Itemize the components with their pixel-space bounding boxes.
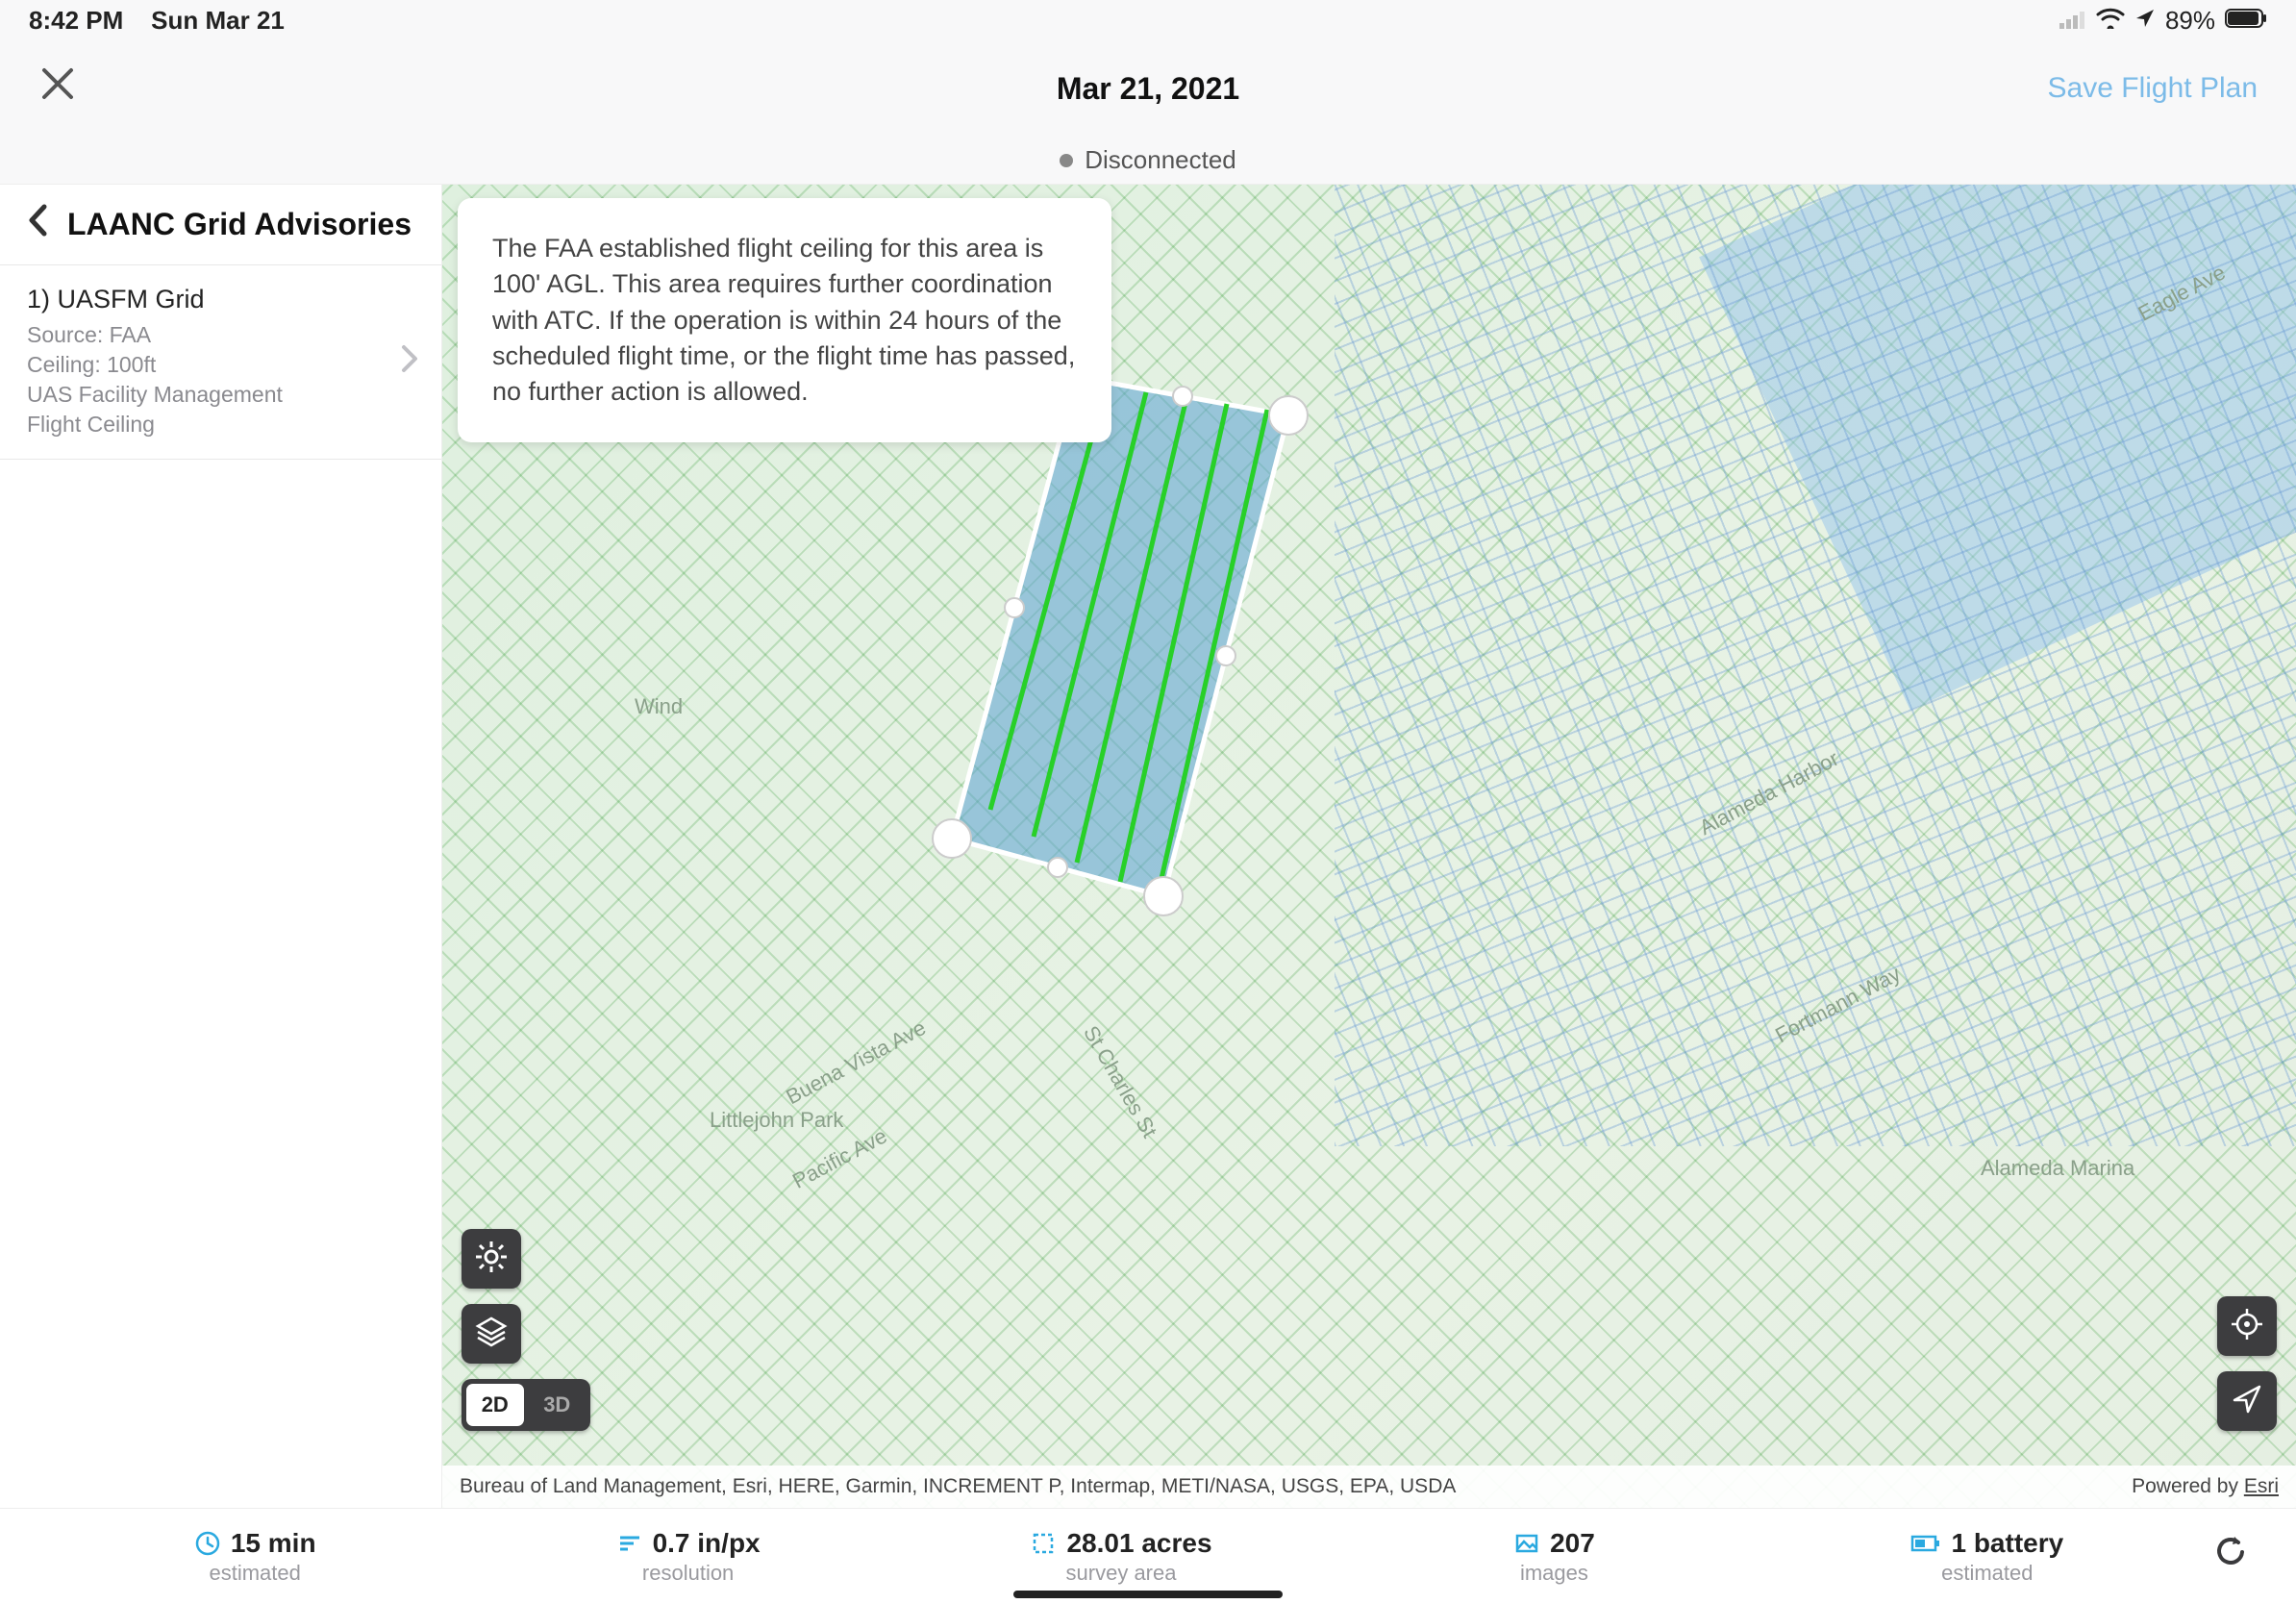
- connection-status: Disconnected: [0, 137, 2296, 185]
- gear-icon: [474, 1240, 509, 1279]
- stat-time-label: estimated: [210, 1561, 301, 1586]
- navigation-arrow-icon: [2231, 1383, 2263, 1420]
- wifi-icon: [2096, 6, 2125, 36]
- clock-icon: [194, 1530, 221, 1557]
- layers-icon: [474, 1315, 509, 1354]
- status-right: 89%: [2059, 6, 2267, 36]
- close-button[interactable]: [38, 64, 77, 113]
- status-date: Sun Mar 21: [151, 6, 285, 35]
- refresh-button[interactable]: [2204, 1533, 2258, 1581]
- stat-time-value: 15 min: [231, 1528, 316, 1559]
- sidebar-item-source: Source: FAA: [27, 320, 414, 350]
- main-content: LAANC Grid Advisories 1) UASFM Grid Sour…: [0, 185, 2296, 1508]
- map-controls-left: 2D 3D: [462, 1229, 590, 1431]
- map-label: Alameda Marina: [1981, 1156, 2134, 1181]
- sidebar-header[interactable]: LAANC Grid Advisories: [0, 185, 441, 265]
- app-header: Mar 21, 2021 Save Flight Plan: [0, 40, 2296, 137]
- area-icon: [1030, 1530, 1057, 1557]
- crosshair-icon: [2230, 1307, 2264, 1346]
- stat-images-label: images: [1520, 1561, 1588, 1586]
- stat-res-label: resolution: [642, 1561, 734, 1586]
- stat-area: 28.01 acres survey area: [905, 1528, 1337, 1586]
- stat-battery-value: 1 battery: [1951, 1528, 2063, 1559]
- save-flight-plan-button[interactable]: Save Flight Plan: [2048, 72, 2258, 105]
- sidebar-item-line4: Flight Ceiling: [27, 410, 414, 439]
- connection-dot-icon: [1060, 154, 1073, 167]
- map-attribution: Bureau of Land Management, Esri, HERE, G…: [442, 1466, 2296, 1508]
- back-icon[interactable]: [27, 204, 48, 245]
- map-controls-right: [2217, 1296, 2277, 1431]
- attribution-right: Powered by Esri: [2132, 1475, 2279, 1498]
- refresh-icon: [2211, 1533, 2250, 1581]
- view-3d-segment[interactable]: 3D: [529, 1384, 586, 1426]
- connection-label: Disconnected: [1085, 145, 1236, 175]
- resolution-icon: [616, 1530, 643, 1557]
- view-mode-toggle[interactable]: 2D 3D: [462, 1379, 590, 1431]
- attribution-left: Bureau of Land Management, Esri, HERE, G…: [460, 1475, 1456, 1498]
- compass-button[interactable]: [2217, 1371, 2277, 1431]
- esri-link[interactable]: Esri: [2244, 1475, 2279, 1497]
- advisory-popup-text: The FAA established flight ceiling for t…: [492, 234, 1075, 406]
- sidebar-item-uasfm-grid[interactable]: 1) UASFM Grid Source: FAA Ceiling: 100ft…: [0, 265, 441, 460]
- battery-icon: [2225, 6, 2267, 36]
- stat-battery: 1 battery estimated: [1771, 1528, 2204, 1586]
- stat-area-value: 28.01 acres: [1066, 1528, 1211, 1559]
- map-label: Littlejohn Park: [710, 1108, 843, 1133]
- view-2d-segment[interactable]: 2D: [466, 1384, 524, 1426]
- home-indicator: [1013, 1591, 1283, 1598]
- stat-area-label: survey area: [1066, 1561, 1177, 1586]
- stat-res-value: 0.7 in/px: [653, 1528, 761, 1559]
- status-time: 8:42 PM: [29, 6, 123, 35]
- cell-signal-icon: [2059, 6, 2086, 36]
- battery-stat-icon: [1910, 1534, 1941, 1553]
- status-time-date: 8:42 PM Sun Mar 21: [29, 6, 285, 36]
- stat-images-value: 207: [1550, 1528, 1595, 1559]
- chevron-right-icon: [401, 344, 418, 381]
- stat-images: 207 images: [1337, 1528, 1770, 1586]
- sidebar-item-title: 1) UASFM Grid: [27, 285, 414, 314]
- map-label: Wind: [635, 694, 683, 719]
- location-icon: [2134, 6, 2156, 36]
- ios-status-bar: 8:42 PM Sun Mar 21 89%: [0, 0, 2296, 40]
- layers-button[interactable]: [462, 1304, 521, 1364]
- stat-time: 15 min estimated: [38, 1528, 471, 1586]
- settings-button[interactable]: [462, 1229, 521, 1289]
- locate-button[interactable]: [2217, 1296, 2277, 1356]
- stat-battery-label: estimated: [1941, 1561, 2033, 1586]
- page-title: Mar 21, 2021: [1057, 71, 1239, 107]
- map-canvas[interactable]: Buena Vista Ave Pacific Ave Eagle Ave Al…: [442, 185, 2296, 1508]
- image-icon: [1513, 1530, 1540, 1557]
- sidebar-item-line3: UAS Facility Management: [27, 380, 414, 410]
- sidebar-item-ceiling: Ceiling: 100ft: [27, 350, 414, 380]
- advisory-popup: The FAA established flight ceiling for t…: [458, 198, 1111, 442]
- stats-bar: 15 min estimated 0.7 in/px resolution 28…: [0, 1508, 2296, 1604]
- sidebar-title: LAANC Grid Advisories: [67, 207, 412, 242]
- battery-percent: 89%: [2165, 6, 2215, 36]
- sidebar: LAANC Grid Advisories 1) UASFM Grid Sour…: [0, 185, 442, 1508]
- stat-resolution: 0.7 in/px resolution: [471, 1528, 904, 1586]
